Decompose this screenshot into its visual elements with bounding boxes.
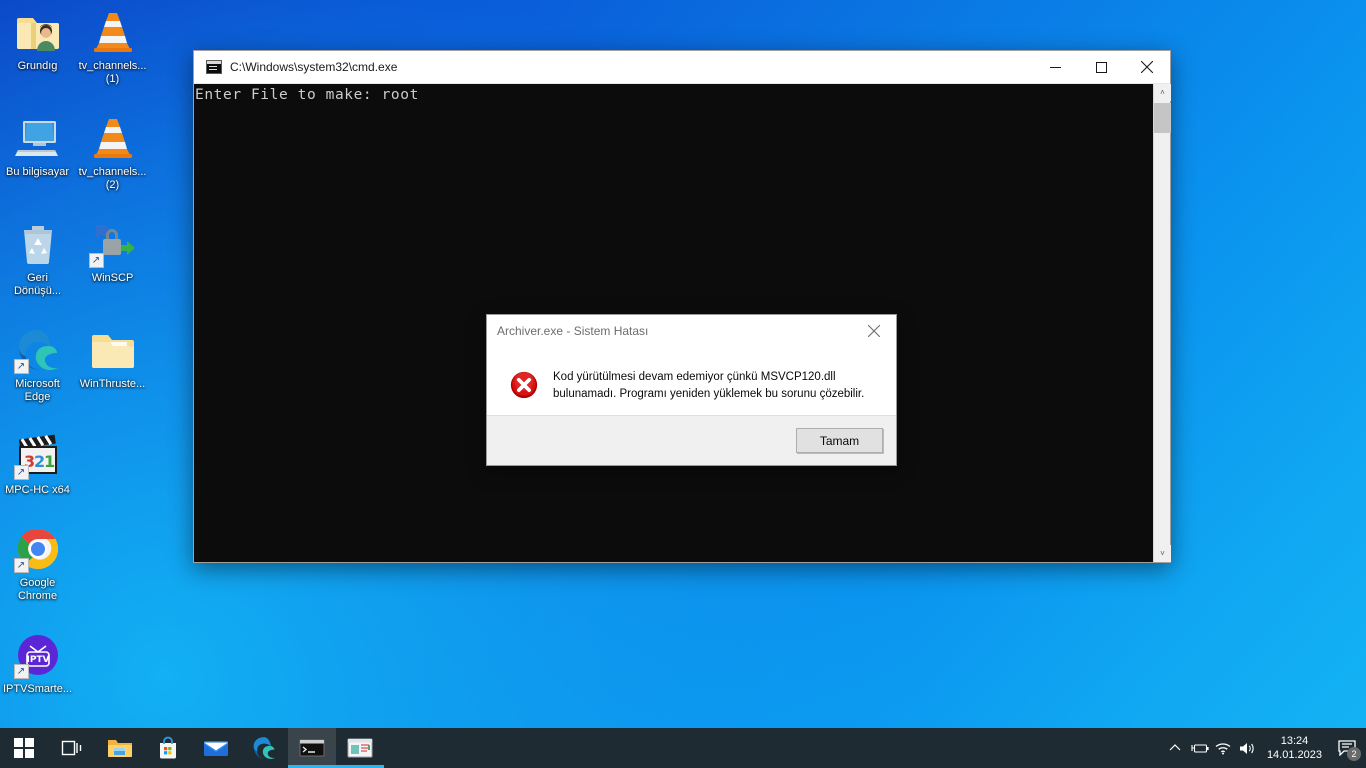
desktop-icon-label: Grundıg: [18, 60, 58, 73]
start-button[interactable]: [0, 728, 48, 768]
taskbar-microsoft-edge[interactable]: [240, 728, 288, 768]
taskbar-file-explorer[interactable]: [96, 728, 144, 768]
speaker-icon: [1238, 741, 1256, 756]
ok-button[interactable]: Tamam: [796, 428, 883, 453]
folder-icon: [89, 326, 137, 374]
desktop-icon-label: tv_channels...(1): [79, 60, 147, 86]
tray-volume-icon[interactable]: [1235, 728, 1259, 768]
desktop-icon-winthruster[interactable]: WinThruste...: [75, 318, 150, 404]
svg-text:1: 1: [44, 452, 55, 471]
taskbar-archiver-window[interactable]: [336, 728, 384, 768]
desktop-icon-geri-donusum[interactable]: GeriDönüşü...: [0, 212, 75, 298]
window-controls: [1032, 51, 1170, 84]
taskbar-mail[interactable]: [192, 728, 240, 768]
scrollbar-up-arrow[interactable]: ˄: [1154, 84, 1171, 101]
desktop-icon-label: GoogleChrome: [18, 577, 57, 603]
this-pc-icon: [14, 114, 62, 162]
shared-folder-icon: [14, 8, 62, 56]
svg-text:IPTV: IPTV: [26, 655, 49, 665]
dialog-content: Kod yürütülmesi devam edemiyor çünkü MSV…: [487, 347, 896, 415]
edge-icon: [14, 326, 62, 374]
minimize-button[interactable]: [1032, 51, 1078, 84]
cmd-title-bar[interactable]: C:\Windows\system32\cmd.exe: [194, 51, 1170, 84]
maximize-button[interactable]: [1078, 51, 1124, 84]
task-view-button[interactable]: [48, 728, 96, 768]
taskbar-command-prompt[interactable]: [288, 728, 336, 768]
vlc-cone-icon: [89, 8, 137, 56]
system-error-dialog[interactable]: Archiver.exe - Sistem Hatası Kod yürütül…: [486, 314, 897, 466]
desktop-icon-label: MicrosoftEdge: [15, 378, 60, 404]
console-text: Enter File to make: root: [194, 84, 1170, 104]
system-tray: 13:24 14.01.2023 2: [1163, 728, 1366, 768]
console-icon: [206, 60, 222, 74]
taskbar-items: [0, 728, 384, 768]
mail-envelope-icon: [203, 738, 229, 758]
recycle-bin-icon: [14, 220, 62, 268]
desktop-icon-label: WinSCP: [92, 272, 134, 285]
error-circle-x-icon: [509, 370, 539, 400]
desktop-icon-google-chrome[interactable]: GoogleChrome: [0, 517, 75, 603]
console-scrollbar[interactable]: ˄ ˅: [1153, 84, 1170, 562]
clock-time: 13:24: [1267, 734, 1322, 748]
chrome-icon: [14, 525, 62, 573]
shortcut-overlay-icon: [14, 359, 29, 374]
desktop-icon-grid: Grundıg tv_channels...(1): [0, 0, 160, 716]
desktop-icon-label: WinThruste...: [80, 378, 145, 391]
taskbar-clock[interactable]: 13:24 14.01.2023: [1259, 728, 1332, 768]
desktop-icon-label: Bu bilgisayar: [6, 166, 69, 179]
shortcut-overlay-icon: [14, 558, 29, 573]
desktop-icon-label: tv_channels...(2): [79, 166, 147, 192]
mpc-hc-clapper-icon: 3 2 1: [14, 432, 62, 480]
edge-icon: [252, 736, 276, 760]
tray-network-icon[interactable]: [1211, 728, 1235, 768]
dialog-footer: Tamam: [487, 415, 896, 465]
app-window-icon: [347, 737, 373, 759]
taskbar[interactable]: 13:24 14.01.2023 2: [0, 728, 1366, 768]
scrollbar-down-arrow[interactable]: ˅: [1154, 545, 1171, 562]
windows-logo-icon: [14, 738, 34, 758]
battery-plug-icon: [1189, 741, 1209, 755]
taskbar-microsoft-store[interactable]: [144, 728, 192, 768]
desktop-icon-label: IPTVSmarte...: [3, 683, 72, 696]
desktop-icon-winscp[interactable]: WinSCP: [75, 212, 150, 298]
shortcut-overlay-icon: [14, 465, 29, 480]
close-button[interactable]: [1124, 51, 1170, 84]
desktop-icon-bu-bilgisayar[interactable]: Bu bilgisayar: [0, 106, 75, 192]
command-prompt-window[interactable]: C:\Windows\system32\cmd.exe Enter File t…: [193, 50, 1171, 563]
folder-icon: [107, 737, 133, 759]
chevron-up-icon: [1169, 742, 1181, 754]
iptv-smarters-icon: IPTV: [14, 631, 62, 679]
scrollbar-thumb[interactable]: [1154, 103, 1171, 133]
console-icon: [299, 738, 325, 758]
desktop-icon-mpc-hc-x64[interactable]: 3 2 1 MPC-HC x64: [0, 424, 75, 497]
desktop-icon-label: GeriDönüşü...: [14, 272, 61, 298]
tray-battery-icon[interactable]: [1187, 728, 1211, 768]
dialog-message-text: Kod yürütülmesi devam edemiyor çünkü MSV…: [553, 369, 878, 402]
cmd-title-text: C:\Windows\system32\cmd.exe: [230, 60, 397, 74]
desktop-icon-tv-channels-1[interactable]: tv_channels...(1): [75, 0, 150, 86]
desktop-background[interactable]: Grundıg tv_channels...(1): [0, 0, 1366, 768]
shortcut-overlay-icon: [89, 253, 104, 268]
desktop-icon-grundig[interactable]: Grundıg: [0, 0, 75, 86]
dialog-title-text: Archiver.exe - Sistem Hatası: [497, 324, 648, 338]
vlc-cone-icon: [89, 114, 137, 162]
action-center-button[interactable]: 2: [1332, 728, 1362, 768]
notification-count-badge: 2: [1347, 747, 1361, 761]
desktop-icon-tv-channels-2[interactable]: tv_channels...(2): [75, 106, 150, 192]
winscp-lock-icon: [89, 220, 137, 268]
clock-date: 14.01.2023: [1267, 748, 1322, 762]
desktop-icon-label: MPC-HC x64: [5, 484, 70, 497]
show-hidden-icons-button[interactable]: [1163, 728, 1187, 768]
dialog-close-button[interactable]: [852, 316, 896, 347]
shortcut-overlay-icon: [14, 664, 29, 679]
desktop-icon-iptv-smarters[interactable]: IPTV IPTVSmarte...: [0, 623, 75, 696]
wifi-icon: [1214, 741, 1232, 755]
task-view-icon: [61, 738, 83, 758]
desktop-icon-microsoft-edge[interactable]: MicrosoftEdge: [0, 318, 75, 404]
dialog-title-bar[interactable]: Archiver.exe - Sistem Hatası: [487, 315, 896, 347]
store-bag-icon: [156, 736, 180, 760]
